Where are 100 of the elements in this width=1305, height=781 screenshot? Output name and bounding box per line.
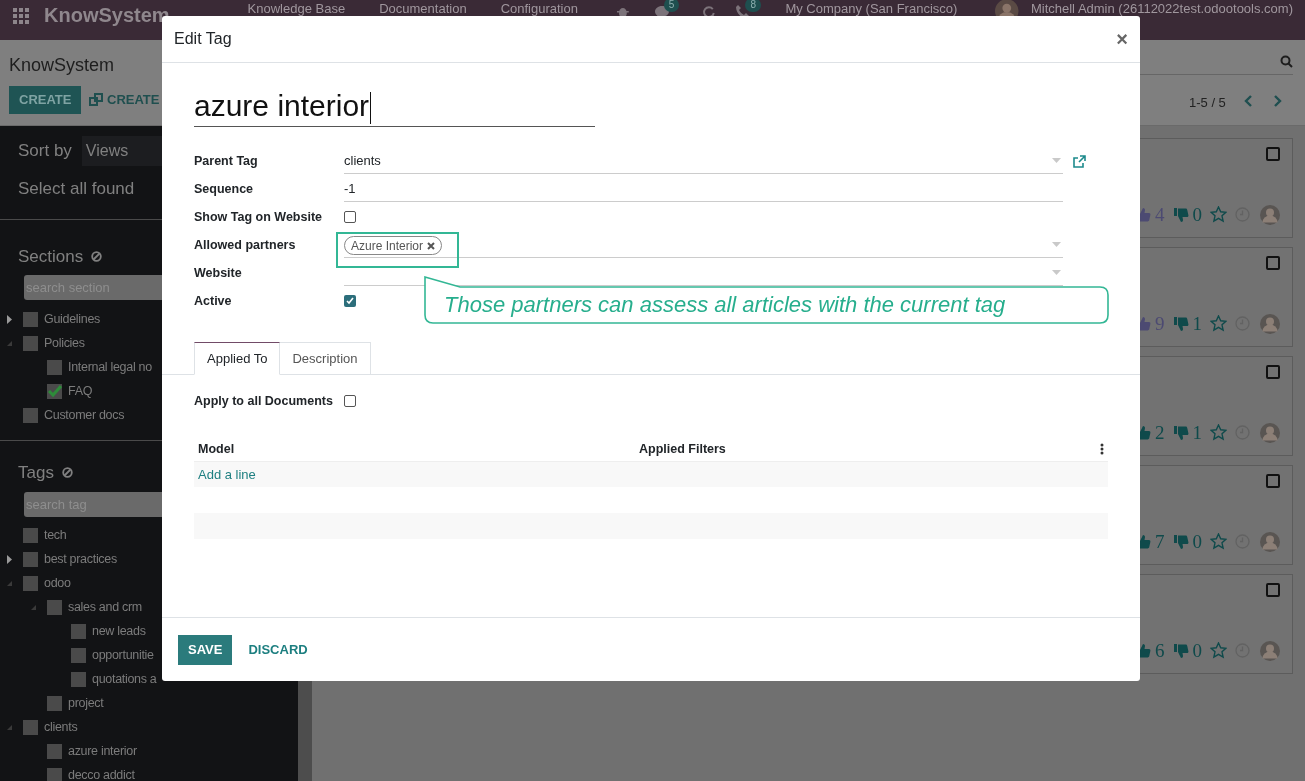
input-field[interactable]: clients xyxy=(344,148,1063,174)
star-icon[interactable] xyxy=(1210,533,1227,551)
tree-item[interactable]: Customer docs xyxy=(44,405,125,425)
collapse-caret-icon[interactable] xyxy=(5,579,13,588)
tab[interactable]: Applied To xyxy=(194,342,281,375)
checkbox[interactable] xyxy=(1266,147,1280,161)
sort-label: Sort by xyxy=(18,140,72,163)
clear-filter-icon[interactable] xyxy=(91,250,103,262)
apps-menu-icon[interactable] xyxy=(12,7,30,25)
avatar-icon xyxy=(1260,204,1280,225)
previous-icon[interactable] xyxy=(1244,95,1253,107)
checkbox[interactable] xyxy=(71,624,86,639)
field-value: clients xyxy=(344,151,381,170)
thumbs-down-icon[interactable] xyxy=(1172,206,1189,223)
dislikes-count: 1 xyxy=(1192,311,1202,336)
tree-item[interactable]: azure interior xyxy=(68,742,137,761)
refresh-icon[interactable] xyxy=(701,5,716,19)
breadcrumb[interactable]: KnowSystem xyxy=(9,52,115,79)
checkbox[interactable] xyxy=(47,744,62,759)
checkbox[interactable] xyxy=(1266,583,1280,597)
checkbox[interactable] xyxy=(23,720,38,735)
name-field[interactable]: azure interior xyxy=(194,88,595,127)
search-icon[interactable] xyxy=(1280,55,1293,68)
input-field[interactable]: Azure Interior xyxy=(344,232,1063,258)
tree-item[interactable]: Policies xyxy=(44,333,85,353)
tree-item[interactable]: quotations a xyxy=(92,670,157,689)
field-label: Parent Tag xyxy=(194,152,259,170)
more-options-icon[interactable] xyxy=(1100,443,1104,456)
thumbs-down-icon[interactable] xyxy=(1172,533,1189,550)
add-line-link[interactable]: Add a line xyxy=(198,464,256,484)
collapse-caret-icon[interactable] xyxy=(29,603,37,612)
checkbox[interactable] xyxy=(23,407,38,423)
pager-value: 1-5 / 5 xyxy=(1189,94,1226,112)
input-field[interactable]: -1 xyxy=(344,176,1063,202)
thumbs-down-icon[interactable] xyxy=(1172,424,1189,441)
close-button[interactable]: × xyxy=(1116,29,1128,49)
tree-item[interactable]: sales and crm xyxy=(68,598,142,617)
star-icon[interactable] xyxy=(1210,206,1227,224)
tree-item[interactable]: tech xyxy=(44,526,67,545)
column-header: Applied Filters xyxy=(639,440,727,458)
tree-item[interactable]: clients xyxy=(44,718,78,737)
tree-item[interactable]: new leads xyxy=(92,622,146,641)
count-badge: 5 xyxy=(663,0,680,12)
tree-item[interactable]: opportunitie xyxy=(92,646,154,665)
section-title: Sections xyxy=(18,245,84,268)
checkbox[interactable] xyxy=(71,648,86,663)
star-icon[interactable] xyxy=(1210,315,1227,333)
checkbox[interactable] xyxy=(1266,365,1280,379)
checkbox[interactable] xyxy=(47,383,62,399)
dialog-title: Edit Tag xyxy=(174,29,232,49)
checkbox[interactable] xyxy=(344,395,356,408)
likes-count: 2 xyxy=(1155,420,1165,445)
tree-item[interactable]: project xyxy=(68,694,104,713)
thumbs-down-icon[interactable] xyxy=(1172,315,1189,332)
checkbox[interactable] xyxy=(344,295,356,307)
thumbs-down-icon[interactable] xyxy=(1172,642,1189,659)
checkbox[interactable] xyxy=(47,600,62,615)
checkbox[interactable] xyxy=(23,576,38,591)
expand-caret-icon[interactable] xyxy=(5,314,13,324)
remove-icon[interactable] xyxy=(427,241,436,250)
next-icon[interactable] xyxy=(1273,95,1282,107)
collapse-caret-icon[interactable] xyxy=(5,723,13,732)
clear-filter-icon[interactable] xyxy=(61,467,73,479)
checkbox[interactable] xyxy=(23,552,38,567)
menu-item[interactable]: Configuration xyxy=(500,1,578,16)
tree-item[interactable]: best practices xyxy=(44,550,117,569)
checkbox[interactable] xyxy=(344,211,356,223)
discard-button[interactable]: DISCARD xyxy=(248,634,308,665)
checkbox[interactable] xyxy=(47,696,62,711)
checkbox[interactable] xyxy=(71,672,86,687)
avatar-icon xyxy=(1260,422,1280,443)
tree-item[interactable]: decco addict xyxy=(68,766,135,781)
menu-item[interactable]: Knowledge Base xyxy=(247,1,346,16)
checkbox[interactable] xyxy=(1266,474,1280,488)
checkbox[interactable] xyxy=(23,335,38,351)
tree-item[interactable]: Guidelines xyxy=(44,309,101,329)
user-menu[interactable]: Mitchell Admin (26112022test.odootools.com) xyxy=(1030,1,1293,16)
expand-caret-icon[interactable] xyxy=(5,555,13,564)
dropdown-caret-icon[interactable] xyxy=(1052,158,1061,163)
avatar-icon xyxy=(1260,531,1280,552)
external-link-icon[interactable] xyxy=(1073,154,1086,168)
tab[interactable]: Description xyxy=(280,342,371,375)
checkbox[interactable] xyxy=(23,311,38,327)
dislikes-count: 0 xyxy=(1192,529,1202,554)
tree-item[interactable]: odoo xyxy=(44,574,71,593)
checkbox[interactable] xyxy=(23,528,38,543)
star-icon[interactable] xyxy=(1210,642,1227,660)
checkbox[interactable] xyxy=(47,768,62,781)
count-badge: 8 xyxy=(745,0,761,12)
star-icon[interactable] xyxy=(1210,424,1227,442)
checkbox[interactable] xyxy=(47,359,62,375)
tree-item[interactable]: FAQ xyxy=(68,381,93,401)
create-button[interactable]: CREATE xyxy=(9,86,82,114)
menu-item[interactable]: Documentation xyxy=(379,1,467,16)
save-button[interactable]: SAVE xyxy=(178,634,233,665)
company-switcher[interactable]: My Company (San Francisco) xyxy=(785,1,958,16)
callout: Those partners can assess all articles with the current tag xyxy=(422,276,1110,325)
tree-item[interactable]: Internal legal no xyxy=(68,357,152,377)
field-value: -1 xyxy=(344,179,356,198)
checkbox[interactable] xyxy=(1266,256,1280,270)
